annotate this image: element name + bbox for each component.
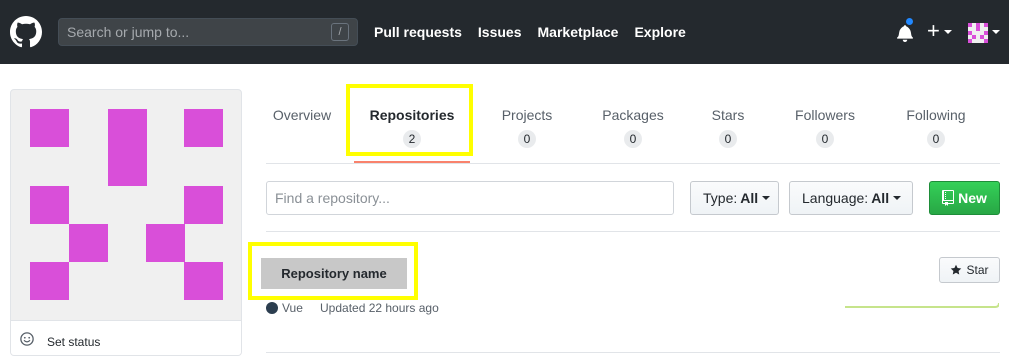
tab-stars[interactable]: Stars 0 [706,100,750,148]
star-button[interactable]: Star [939,257,1000,283]
star-button-label: Star [966,263,989,277]
activity-sparkline [845,302,999,308]
tabs-divider [266,163,1000,164]
top-nav: Pull requests Issues Marketplace Explore [374,24,686,40]
user-avatar[interactable] [968,23,988,43]
repo-updated-time: Updated 22 hours ago [320,301,439,315]
notification-bell-icon[interactable] [896,24,914,42]
repo-book-icon [942,190,955,206]
tab-packages-label: Packages [602,107,664,123]
top-header: / Pull requests Issues Marketplace Explo… [0,0,1009,64]
language-filter-label: Language: [802,190,869,206]
language-caret-icon [893,196,902,200]
type-filter-label: Type: [703,190,738,206]
highlight-box-repository-name [248,242,418,300]
language-filter-value: All [871,190,890,206]
nav-explore[interactable]: Explore [634,24,685,40]
identicon-avatar [30,109,223,300]
star-icon [951,264,962,275]
slash-shortcut-hint: / [331,23,349,41]
tab-followers-count: 0 [816,130,834,148]
profile-avatar-card[interactable]: Set status [10,89,242,356]
search-input[interactable] [59,19,329,45]
tab-stars-label: Stars [711,107,745,123]
new-button-label: New [958,190,987,206]
nav-issues[interactable]: Issues [478,24,522,40]
new-repository-button[interactable]: New [929,181,1000,215]
search-box: / [58,18,358,46]
language-filter-button[interactable]: Language: All [789,181,913,215]
tab-following[interactable]: Following 0 [902,100,970,148]
repo-divider [266,352,1000,353]
type-filter-value: All [740,190,759,206]
nav-marketplace[interactable]: Marketplace [538,24,619,40]
repo-language: Vue [282,301,303,315]
tab-projects[interactable]: Projects 0 [496,100,558,148]
tab-projects-count: 0 [518,130,536,148]
tab-overview[interactable]: Overview [272,100,332,130]
unread-notification-dot [905,17,914,26]
find-repository-input[interactable] [266,181,674,215]
type-filter-button[interactable]: Type: All [690,181,779,215]
nav-pull-requests[interactable]: Pull requests [374,24,462,40]
type-caret-icon [762,196,771,200]
tab-followers[interactable]: Followers 0 [792,100,858,148]
tab-followers-label: Followers [795,107,855,123]
active-tab-underline [354,161,470,163]
create-new-icon[interactable]: + [927,20,940,42]
tab-overview-label: Overview [272,107,332,123]
filter-divider [266,231,1000,232]
set-status-button[interactable]: Set status [11,320,241,355]
tab-packages[interactable]: Packages 0 [600,100,666,148]
avatar-caret-icon[interactable] [992,30,1000,34]
tab-following-count: 0 [927,130,945,148]
tab-projects-label: Projects [501,107,553,123]
smiley-icon [20,332,34,346]
language-color-dot [266,302,278,314]
github-logo-icon[interactable] [10,16,42,48]
create-caret-icon[interactable] [944,30,952,34]
highlight-box-repositories-tab [346,84,473,156]
tab-stars-count: 0 [719,130,737,148]
tab-packages-count: 0 [624,130,642,148]
set-status-label: Set status [47,335,101,349]
tab-following-label: Following [906,107,966,123]
